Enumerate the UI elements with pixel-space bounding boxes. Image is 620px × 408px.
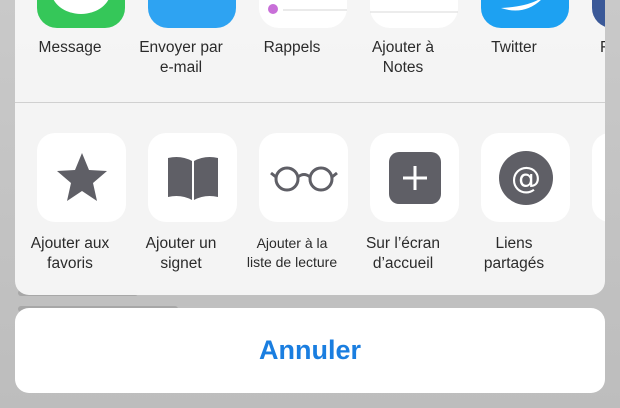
mail-icon xyxy=(148,0,236,28)
share-app-label: Rappels xyxy=(263,39,321,56)
action-partial[interactable] xyxy=(570,103,605,295)
at-icon: @ xyxy=(481,133,570,222)
book-icon xyxy=(148,133,237,222)
message-icon xyxy=(37,0,125,28)
more-icon xyxy=(592,133,605,222)
reminders-icon xyxy=(259,0,347,28)
action-label: Sur l’écran d’accueil xyxy=(365,235,441,272)
notes-icon xyxy=(370,0,458,28)
svg-text:@: @ xyxy=(511,161,541,196)
share-sheet: Message Envoyer par e-mail Rappels Ajout… xyxy=(15,0,605,295)
share-app-label: Twitter xyxy=(491,39,537,56)
cancel-button[interactable]: Annuler xyxy=(15,308,605,393)
action-label: Ajouter un signet xyxy=(145,235,217,272)
action-label: Ajouter aux favoris xyxy=(30,235,110,272)
action-add-bookmark[interactable]: Ajouter un signet xyxy=(126,103,237,295)
share-app-label: F xyxy=(600,39,605,56)
share-app-label: Envoyer par e-mail xyxy=(139,39,223,76)
glasses-icon xyxy=(259,133,348,222)
share-actions-row: Ajouter aux favoris Ajouter un signet Aj… xyxy=(15,103,605,295)
action-add-favorites[interactable]: Ajouter aux favoris xyxy=(15,103,126,295)
action-home-screen[interactable]: Sur l’écran d’accueil xyxy=(348,103,459,295)
share-app-label: Message xyxy=(38,39,102,56)
action-label: Ajouter à la liste de lecture xyxy=(246,235,338,270)
action-shared-links[interactable]: @ Liens partagés xyxy=(459,103,570,295)
star-icon xyxy=(37,133,126,222)
plus-icon xyxy=(370,133,459,222)
action-label: Liens partagés xyxy=(483,235,545,272)
action-add-reading-list[interactable]: Ajouter à la liste de lecture xyxy=(237,103,348,295)
twitter-icon xyxy=(481,0,569,28)
app-icon xyxy=(592,0,605,28)
share-app-label: Ajouter à Notes xyxy=(371,39,435,76)
share-apps-row: Message Envoyer par e-mail Rappels Ajout… xyxy=(15,0,605,102)
